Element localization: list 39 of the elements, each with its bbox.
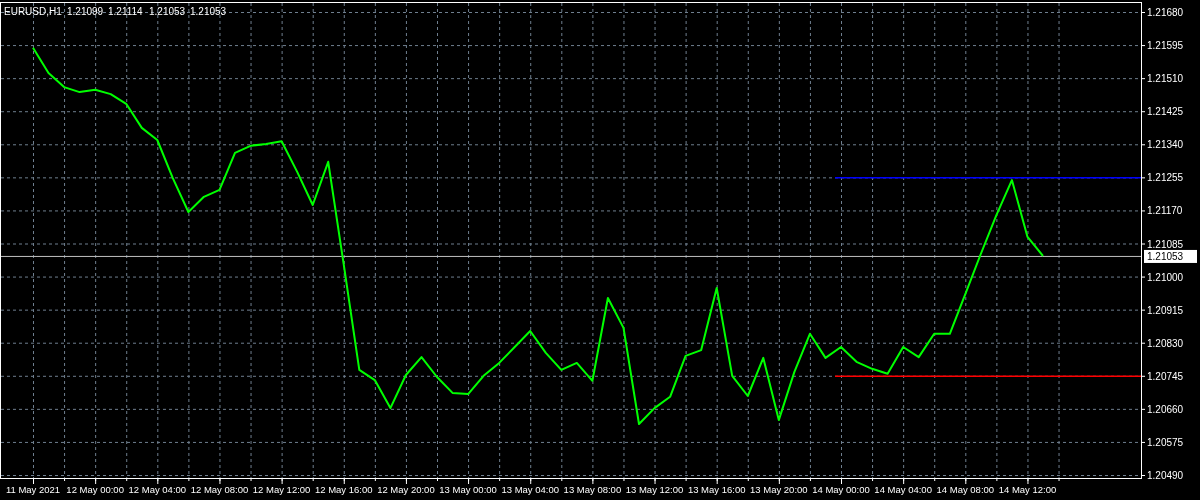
axis-label: 12 May 00:00 <box>66 484 124 495</box>
axis-label: 13 May 16:00 <box>687 484 746 495</box>
axis-label: 1.20745 <box>1147 370 1184 382</box>
axis-label: 1.21170 <box>1147 205 1183 217</box>
axis-label: 1.21085 <box>1147 238 1184 250</box>
axis-label: 13 May 00:00 <box>439 484 497 495</box>
axis-label: 1.21425 <box>1147 106 1184 118</box>
axis-label: 1.20575 <box>1147 436 1184 448</box>
axis-label: 12 May 16:00 <box>315 484 373 495</box>
axis-label: 1.20490 <box>1147 470 1184 481</box>
axis-label: 13 May 12:00 <box>625 484 684 495</box>
axis-label: 1.21000 <box>1147 271 1184 283</box>
axis-label: 12 May 20:00 <box>377 484 435 495</box>
price-value: 1.21053 <box>190 6 227 17</box>
axis-label: 12 May 08:00 <box>190 484 249 495</box>
axis-label: 13 May 08:00 <box>563 484 622 495</box>
axis-label: 11 May 2021 <box>5 484 61 495</box>
axis-label: 1.20830 <box>1147 337 1184 349</box>
axis-label: 1.21255 <box>1147 172 1184 184</box>
axis-label: 1.20915 <box>1147 304 1184 316</box>
level-line[interactable] <box>834 375 1142 378</box>
axis-label: 14 May 08:00 <box>936 484 995 495</box>
axis-label: 14 May 12:00 <box>998 484 1057 495</box>
axis-label: 13 May 04:00 <box>501 484 559 495</box>
symbol-label: EURUSD,H1 <box>4 6 62 17</box>
axis-label: 1.21510 <box>1147 73 1184 85</box>
axis-label: 14 May 04:00 <box>874 484 932 495</box>
ref-line-label: 1.21053 <box>1147 250 1184 262</box>
price-value: 1.21053 <box>149 6 186 17</box>
axis-label: 12 May 04:00 <box>128 484 187 495</box>
axis-label: 1.21680 <box>1147 7 1184 18</box>
price-value: 1.21099 <box>67 6 104 17</box>
axis-label: 12 May 12:00 <box>252 484 311 495</box>
axis-label: 13 May 20:00 <box>750 484 808 495</box>
axis-label: 1.20660 <box>1147 403 1184 415</box>
axis-label: 1.21595 <box>1147 40 1184 52</box>
price-value: 1.21114 <box>108 6 143 17</box>
axis-label: 1.21340 <box>1147 139 1184 151</box>
axis-label: 14 May 00:00 <box>812 484 870 495</box>
